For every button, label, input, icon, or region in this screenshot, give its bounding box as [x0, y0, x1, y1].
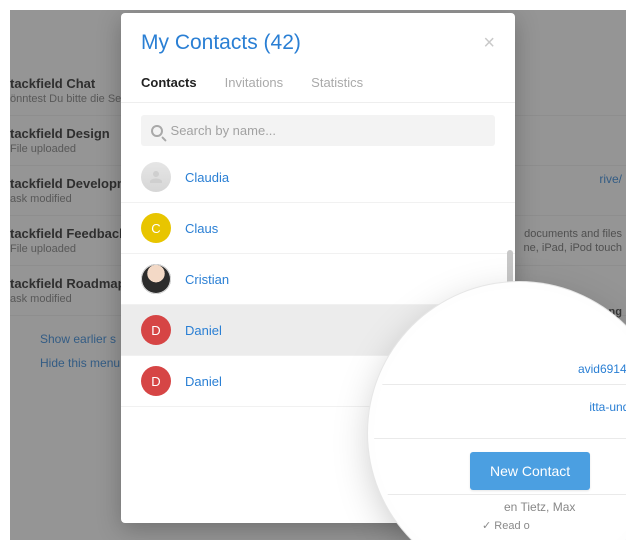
avatar [141, 162, 171, 192]
contact-item[interactable]: C Claus [121, 203, 515, 254]
contact-name: Claudia [185, 170, 229, 185]
lens-fragment-text: en Tietz, Max [504, 500, 575, 514]
close-icon[interactable]: × [483, 33, 495, 53]
lens-fragment-link: itta-und-Dr [589, 400, 636, 414]
avatar [141, 264, 171, 294]
contact-name: Cristian [185, 272, 229, 287]
search-box[interactable] [141, 115, 495, 146]
tab-contacts[interactable]: Contacts [141, 65, 211, 102]
zoom-lens: avid6914.jpg itta-und-Dr New Contact en … [374, 288, 636, 550]
search-input[interactable] [171, 123, 485, 138]
avatar: D [141, 315, 171, 345]
scrollbar-thumb[interactable] [507, 250, 513, 290]
lens-fragment-link: avid6914.jpg [578, 362, 636, 376]
lens-fragment-read: ✓ Read o [482, 519, 530, 532]
contact-name: Daniel [185, 323, 222, 338]
search-icon [151, 125, 163, 137]
contact-name: Claus [185, 221, 218, 236]
contact-name: Daniel [185, 374, 222, 389]
tabs: Contacts Invitations Statistics [121, 65, 515, 103]
tab-invitations[interactable]: Invitations [211, 65, 298, 102]
tab-statistics[interactable]: Statistics [297, 65, 377, 102]
contact-item[interactable]: Claudia [121, 152, 515, 203]
new-contact-button[interactable]: New Contact [470, 452, 590, 490]
modal-title: My Contacts (42) [141, 31, 483, 55]
avatar: D [141, 366, 171, 396]
avatar: C [141, 213, 171, 243]
